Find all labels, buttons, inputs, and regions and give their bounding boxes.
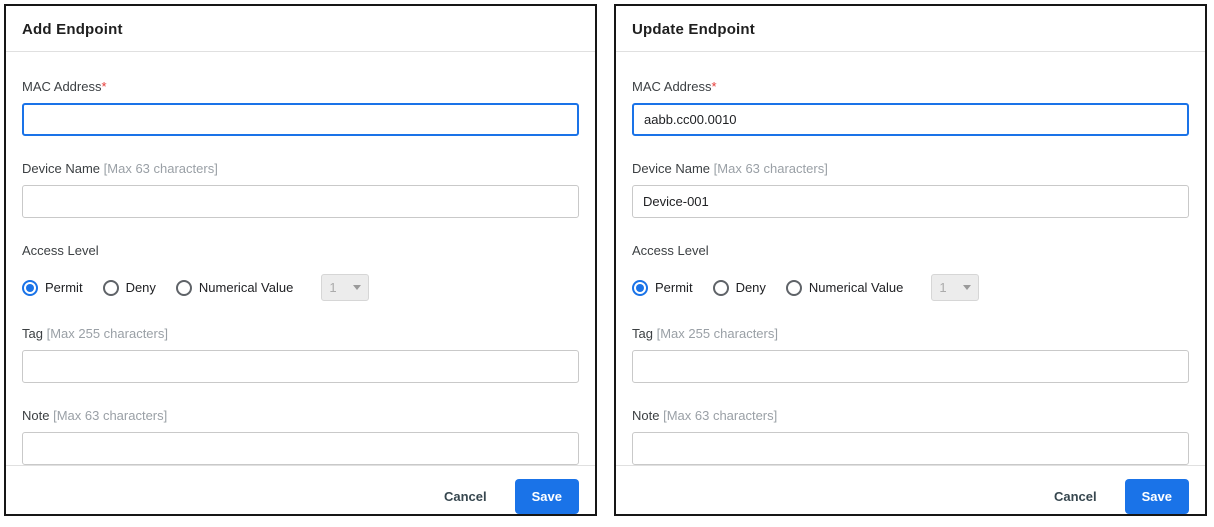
mac-address-input[interactable] — [632, 103, 1189, 136]
radio-numerical-value-label: Numerical Value — [809, 280, 903, 295]
device-name-label: Device Name [Max 63 characters] — [632, 161, 1189, 176]
add-endpoint-dialog: Add Endpoint MAC Address* Device Name [M… — [4, 4, 597, 516]
radio-selected-icon — [632, 280, 648, 296]
page: Add Endpoint MAC Address* Device Name [M… — [0, 0, 1214, 520]
radio-unselected-icon — [176, 280, 192, 296]
radio-permit[interactable]: Permit — [22, 280, 83, 296]
radio-deny[interactable]: Deny — [713, 280, 766, 296]
radio-deny[interactable]: Deny — [103, 280, 156, 296]
required-asterisk: * — [101, 79, 106, 94]
tag-hint: [Max 255 characters] — [47, 326, 168, 341]
device-name-input[interactable] — [22, 185, 579, 218]
device-name-label: Device Name [Max 63 characters] — [22, 161, 579, 176]
tag-label: Tag [Max 255 characters] — [632, 326, 1189, 341]
radio-permit[interactable]: Permit — [632, 280, 693, 296]
radio-deny-label: Deny — [736, 280, 766, 295]
chevron-down-icon — [353, 285, 361, 290]
note-hint: [Max 63 characters] — [663, 408, 777, 423]
device-name-hint: [Max 63 characters] — [104, 161, 218, 176]
tag-label: Tag [Max 255 characters] — [22, 326, 579, 341]
note-label: Note [Max 63 characters] — [632, 408, 1189, 423]
chevron-down-icon — [963, 285, 971, 290]
radio-numerical-value-label: Numerical Value — [199, 280, 293, 295]
radio-permit-label: Permit — [45, 280, 83, 295]
note-label: Note [Max 63 characters] — [22, 408, 579, 423]
dialog-footer: Cancel Save — [6, 465, 595, 527]
note-input[interactable] — [22, 432, 579, 465]
tag-input[interactable] — [632, 350, 1189, 383]
note-input[interactable] — [632, 432, 1189, 465]
radio-permit-label: Permit — [655, 280, 693, 295]
tag-hint: [Max 255 characters] — [657, 326, 778, 341]
save-button[interactable]: Save — [515, 479, 579, 514]
mac-address-input[interactable] — [22, 103, 579, 136]
radio-unselected-icon — [713, 280, 729, 296]
device-name-input[interactable] — [632, 185, 1189, 218]
radio-unselected-icon — [786, 280, 802, 296]
radio-numerical-value[interactable]: Numerical Value — [176, 280, 293, 296]
cancel-button[interactable]: Cancel — [444, 489, 487, 504]
save-button[interactable]: Save — [1125, 479, 1189, 514]
dialog-body: MAC Address* Device Name [Max 63 charact… — [616, 52, 1205, 465]
dialog-footer: Cancel Save — [616, 465, 1205, 527]
tag-input[interactable] — [22, 350, 579, 383]
device-name-hint: [Max 63 characters] — [714, 161, 828, 176]
cancel-button[interactable]: Cancel — [1054, 489, 1097, 504]
dialog-body: MAC Address* Device Name [Max 63 charact… — [6, 52, 595, 465]
access-level-radio-group: Permit Deny Numerical Value 1 — [22, 274, 579, 301]
note-hint: [Max 63 characters] — [53, 408, 167, 423]
access-level-radio-group: Permit Deny Numerical Value 1 — [632, 274, 1189, 301]
dialog-title: Update Endpoint — [616, 6, 1205, 52]
update-endpoint-dialog: Update Endpoint MAC Address* Device Name… — [614, 4, 1207, 516]
access-level-label: Access Level — [632, 243, 1189, 258]
radio-unselected-icon — [103, 280, 119, 296]
numerical-value-select[interactable]: 1 — [931, 274, 979, 301]
mac-address-label: MAC Address* — [22, 79, 579, 94]
radio-selected-icon — [22, 280, 38, 296]
radio-numerical-value[interactable]: Numerical Value — [786, 280, 903, 296]
numerical-value-select[interactable]: 1 — [321, 274, 369, 301]
radio-deny-label: Deny — [126, 280, 156, 295]
numerical-value-selected: 1 — [939, 280, 946, 295]
required-asterisk: * — [711, 79, 716, 94]
mac-address-label: MAC Address* — [632, 79, 1189, 94]
dialog-title: Add Endpoint — [6, 6, 595, 52]
numerical-value-selected: 1 — [329, 280, 336, 295]
access-level-label: Access Level — [22, 243, 579, 258]
